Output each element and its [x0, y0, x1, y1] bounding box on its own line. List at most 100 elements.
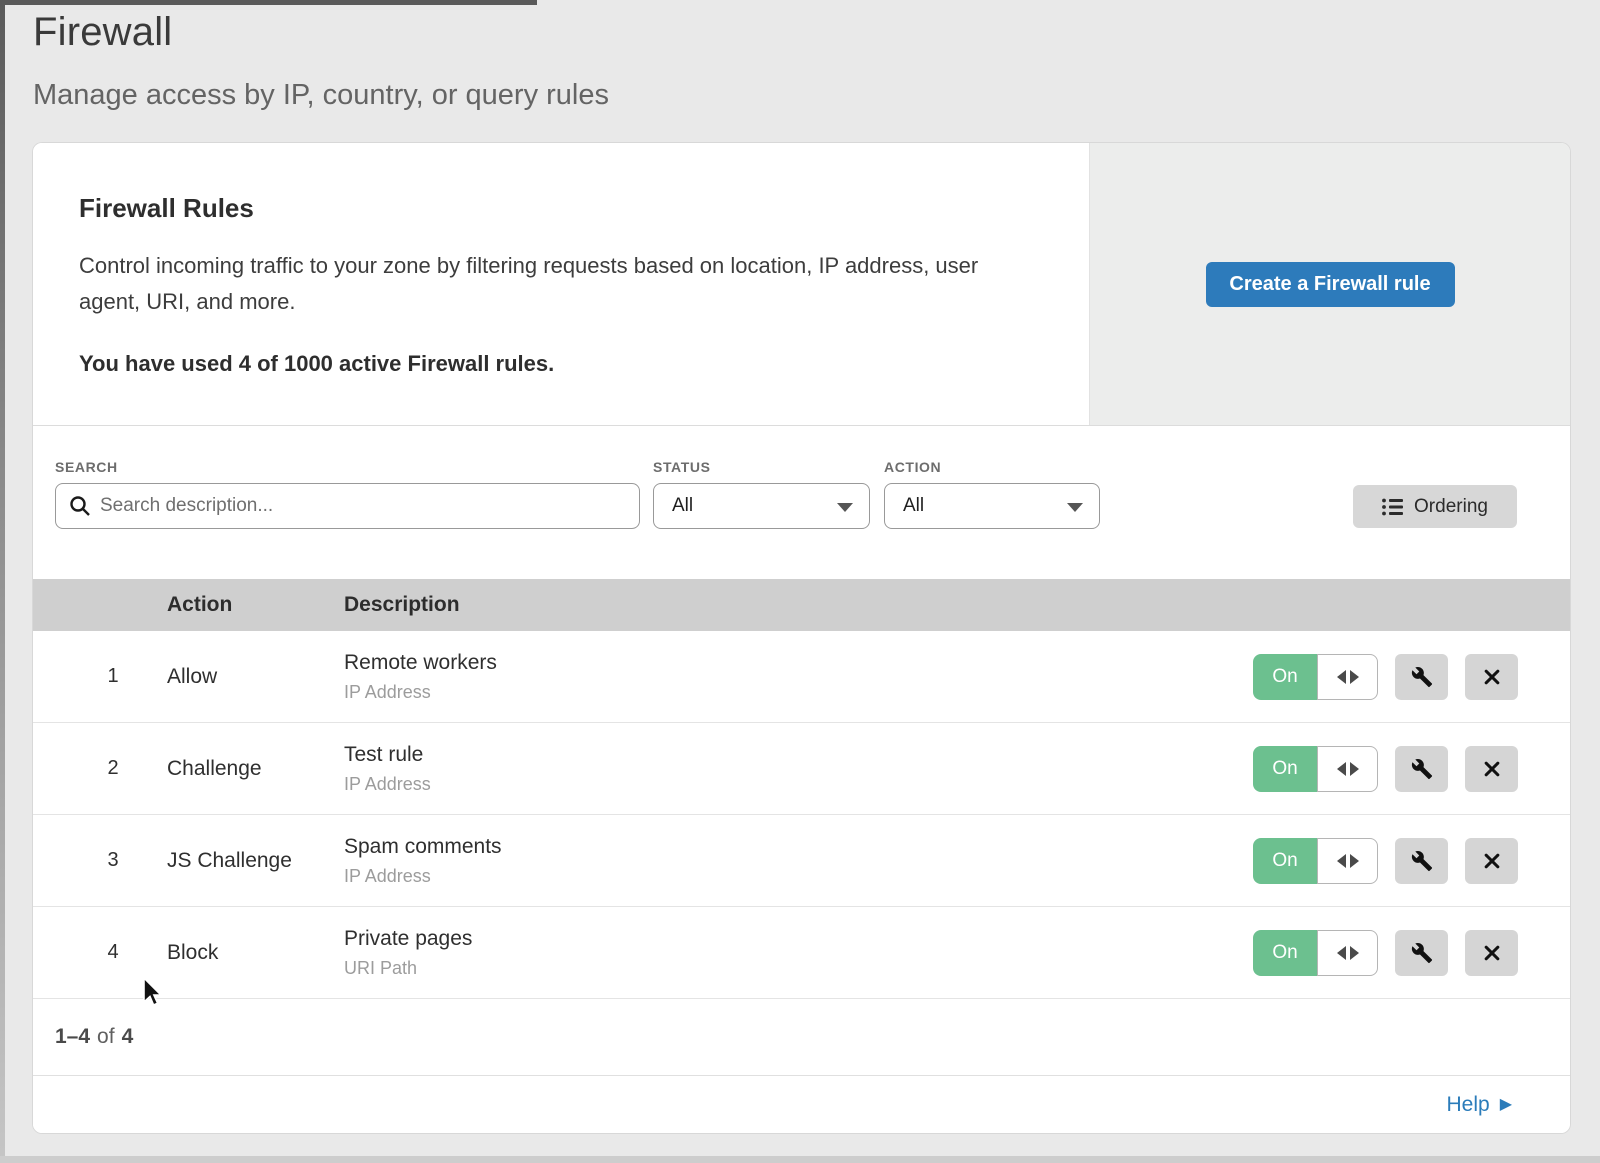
wrench-icon [1411, 850, 1433, 872]
pagination-range: 1–4 [55, 1025, 90, 1049]
rule-field: IP Address [344, 682, 1240, 703]
status-label: STATUS [653, 459, 711, 475]
left-right-arrows-icon [1350, 762, 1359, 776]
toggle-drag-segment[interactable] [1317, 746, 1378, 792]
rule-controls: On [1240, 746, 1570, 792]
edit-rule-button[interactable] [1395, 654, 1448, 700]
toggle-on-segment[interactable]: On [1253, 838, 1317, 884]
help-link-label: Help [1446, 1093, 1489, 1117]
action-select-value: All [903, 495, 924, 517]
rule-controls: On [1240, 838, 1570, 884]
x-icon [1482, 759, 1502, 779]
table-header: Action Description [33, 579, 1570, 631]
page-header: Firewall Manage access by IP, country, o… [33, 10, 609, 112]
create-firewall-rule-button[interactable]: Create a Firewall rule [1206, 262, 1455, 307]
x-icon [1482, 943, 1502, 963]
x-icon [1482, 851, 1502, 871]
toggle-on-segment[interactable]: On [1253, 930, 1317, 976]
table-row: 2 Challenge Test rule IP Address On [33, 723, 1570, 815]
pagination: 1–4 of 4 [33, 999, 1570, 1076]
action-label: ACTION [884, 459, 941, 475]
toggle-drag-segment[interactable] [1317, 838, 1378, 884]
search-label: SEARCH [55, 459, 118, 475]
delete-rule-button[interactable] [1465, 838, 1518, 884]
page-title: Firewall [33, 10, 609, 55]
usage-note: You have used 4 of 1000 active Firewall … [79, 351, 1029, 377]
left-right-arrows-icon [1337, 762, 1346, 776]
help-link[interactable]: Help ▶ [1446, 1093, 1512, 1117]
toggle-on-segment[interactable]: On [1253, 746, 1317, 792]
left-right-arrows-icon [1350, 946, 1359, 960]
left-right-arrows-icon [1337, 854, 1346, 868]
intro-description: Control incoming traffic to your zone by… [79, 248, 1024, 319]
window-edge-left [0, 0, 5, 1163]
ordering-button-label: Ordering [1414, 496, 1488, 518]
search-input[interactable] [55, 483, 640, 529]
firewall-rules-panel: Firewall Rules Control incoming traffic … [33, 143, 1570, 1133]
edit-rule-button[interactable] [1395, 930, 1448, 976]
rule-priority: 4 [33, 941, 167, 964]
filter-section: SEARCH STATUS All ACTION All Ordering [33, 426, 1570, 579]
pagination-total: 4 [122, 1025, 134, 1049]
edit-rule-button[interactable] [1395, 746, 1448, 792]
rule-controls: On [1240, 654, 1570, 700]
status-select[interactable]: All [653, 483, 870, 529]
rule-description-cell: Private pages URI Path [344, 927, 1240, 979]
rule-enabled-toggle[interactable]: On [1253, 746, 1378, 792]
status-select-value: All [672, 495, 693, 517]
left-right-arrows-icon [1350, 854, 1359, 868]
action-select[interactable]: All [884, 483, 1100, 529]
rule-action: Challenge [167, 757, 344, 781]
wrench-icon [1411, 758, 1433, 780]
search-field-wrapper [55, 483, 640, 529]
triangle-right-icon: ▶ [1500, 1097, 1512, 1113]
page-subtitle: Manage access by IP, country, or query r… [33, 79, 609, 112]
intro-heading: Firewall Rules [79, 193, 1029, 224]
left-right-arrows-icon [1350, 670, 1359, 684]
rule-priority: 2 [33, 757, 167, 780]
table-row: 3 JS Challenge Spam comments IP Address … [33, 815, 1570, 907]
delete-rule-button[interactable] [1465, 930, 1518, 976]
window-edge-top [0, 0, 537, 5]
intro-action-panel: Create a Firewall rule [1089, 143, 1570, 425]
rule-enabled-toggle[interactable]: On [1253, 930, 1378, 976]
rule-description-cell: Remote workers IP Address [344, 651, 1240, 703]
rule-action: Allow [167, 665, 344, 689]
rule-priority: 1 [33, 665, 167, 688]
rule-action: JS Challenge [167, 849, 344, 873]
delete-rule-button[interactable] [1465, 746, 1518, 792]
list-icon [1382, 498, 1403, 516]
ordering-button[interactable]: Ordering [1353, 485, 1517, 528]
rule-field: IP Address [344, 866, 1240, 887]
toggle-drag-segment[interactable] [1317, 930, 1378, 976]
toggle-drag-segment[interactable] [1317, 654, 1378, 700]
toggle-on-segment[interactable]: On [1253, 654, 1317, 700]
wrench-icon [1411, 666, 1433, 688]
table-row: 1 Allow Remote workers IP Address On [33, 631, 1570, 723]
chevron-down-icon [1067, 503, 1083, 512]
rule-description: Spam comments [344, 835, 1240, 859]
x-icon [1482, 667, 1502, 687]
left-right-arrows-icon [1337, 670, 1346, 684]
rule-controls: On [1240, 930, 1570, 976]
rule-enabled-toggle[interactable]: On [1253, 654, 1378, 700]
rule-description-cell: Test rule IP Address [344, 743, 1240, 795]
rule-field: IP Address [344, 774, 1240, 795]
rule-description-cell: Spam comments IP Address [344, 835, 1240, 887]
rule-description: Remote workers [344, 651, 1240, 675]
panel-footer: Help ▶ [33, 1076, 1570, 1133]
rule-enabled-toggle[interactable]: On [1253, 838, 1378, 884]
left-right-arrows-icon [1337, 946, 1346, 960]
chevron-down-icon [837, 503, 853, 512]
table-row: 4 Block Private pages URI Path On [33, 907, 1570, 999]
rule-description: Test rule [344, 743, 1240, 767]
wrench-icon [1411, 942, 1433, 964]
window-edge-bottom [0, 1156, 1600, 1163]
intro-text-block: Firewall Rules Control incoming traffic … [33, 143, 1089, 425]
edit-rule-button[interactable] [1395, 838, 1448, 884]
search-icon [68, 494, 92, 518]
delete-rule-button[interactable] [1465, 654, 1518, 700]
rule-description: Private pages [344, 927, 1240, 951]
rule-action: Block [167, 941, 344, 965]
rule-field: URI Path [344, 958, 1240, 979]
